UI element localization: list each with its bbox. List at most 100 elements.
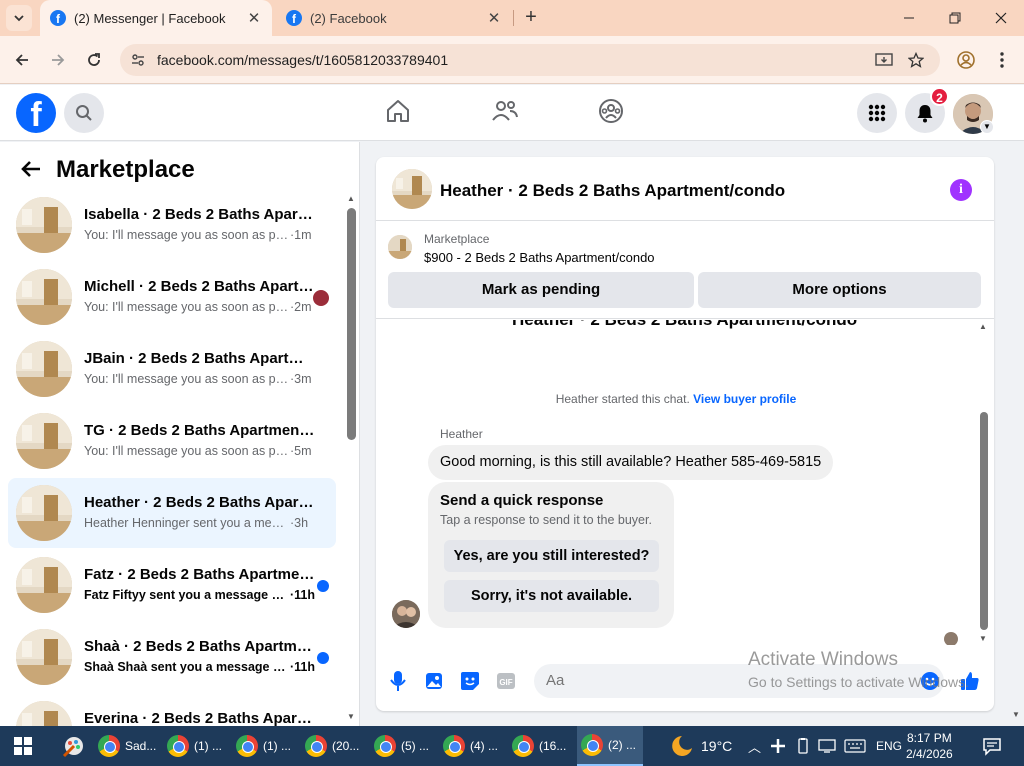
quick-response-card: Send a quick response Tap a response to … — [428, 482, 674, 628]
back-button[interactable] — [18, 156, 44, 182]
facebook-logo-icon[interactable]: f — [16, 93, 56, 133]
more-options-button[interactable]: More options — [698, 272, 981, 308]
plus-icon[interactable] — [770, 738, 786, 754]
conversation-item[interactable]: Isabella · 2 Beds 2 Baths Apartment/cond… — [8, 190, 336, 260]
weather-temperature[interactable]: 19°C — [701, 738, 732, 754]
scroll-up-arrow[interactable]: ▲ — [347, 194, 355, 203]
browser-menu-button[interactable] — [990, 48, 1014, 72]
search-button[interactable] — [64, 93, 104, 133]
friends-nav[interactable] — [491, 97, 519, 125]
conversation-item-selected[interactable]: Heather · 2 Beds 2 Baths Apartment/condo… — [8, 478, 336, 548]
reload-button[interactable] — [82, 48, 106, 72]
taskbar-chrome-window[interactable]: (20... — [301, 726, 363, 766]
windows-start-icon[interactable] — [14, 737, 32, 755]
groups-nav[interactable] — [597, 97, 625, 125]
window-close-button[interactable] — [978, 0, 1024, 36]
chat-title[interactable]: Heather · 2 Beds 2 Baths Apartment/condo — [440, 181, 785, 201]
sender-avatar[interactable] — [392, 600, 420, 628]
conversation-item[interactable]: Fatz · 2 Beds 2 Baths Apartment/condo Fa… — [8, 550, 336, 620]
tab-title: (2) Messenger | Facebook — [74, 10, 226, 26]
scroll-up-arrow[interactable]: ▲ — [979, 322, 987, 331]
paint-icon — [62, 737, 83, 758]
forward-button[interactable] — [46, 48, 70, 72]
conversation-name: Michell · 2 Beds 2 Baths Apartment/condo — [84, 278, 316, 295]
taskbar-chrome-window[interactable]: (1) ... — [232, 726, 294, 766]
weather-icon[interactable] — [668, 734, 694, 758]
scroll-down-arrow[interactable]: ▼ — [347, 712, 355, 721]
conversation-item[interactable]: TG · 2 Beds 2 Baths Apartment/condo You:… — [8, 406, 336, 476]
home-nav[interactable] — [384, 97, 412, 125]
taskbar-chrome-window[interactable]: (5) ... — [370, 726, 432, 766]
view-buyer-profile-link[interactable]: View buyer profile — [693, 392, 796, 406]
new-tab-button[interactable]: + — [520, 6, 542, 28]
listing-price-title[interactable]: $900 - 2 Beds 2 Baths Apartment/condo — [424, 250, 655, 265]
conversation-item[interactable]: Everina · 2 Beds 2 Baths Apartment/condo — [8, 694, 336, 726]
chat-panel: Heather · 2 Beds 2 Baths Apartment/condo… — [376, 157, 994, 711]
sidebar-scrollbar[interactable] — [347, 208, 356, 440]
quick-response-not-available[interactable]: Sorry, it's not available. — [444, 580, 659, 612]
clock-date: 2/4/2026 — [906, 747, 953, 761]
conversation-snippet: You: I'll message you as soon as possibl… — [84, 300, 289, 314]
notification-center-icon[interactable] — [982, 736, 1002, 756]
activate-windows-watermark: Activate Windows — [748, 649, 898, 670]
taskbar-chrome-window-active[interactable]: (2) ... — [577, 726, 643, 766]
back-button[interactable] — [10, 48, 34, 72]
page-scroll-down-arrow[interactable]: ▼ — [1012, 710, 1020, 719]
activate-windows-hint: Go to Settings to activate Windows. — [748, 674, 969, 690]
photo-icon[interactable] — [423, 670, 445, 692]
microphone-icon[interactable] — [387, 670, 409, 692]
quick-response-interested[interactable]: Yes, are you still interested? — [444, 540, 659, 572]
chevron-up-icon[interactable]: ︿ — [748, 737, 761, 756]
input-language[interactable]: ENG — [876, 739, 902, 753]
taskbar-label: (5) ... — [401, 739, 430, 753]
battery-icon[interactable] — [796, 738, 810, 754]
conversation-snippet: Shaà Shaà sent you a message about your … — [84, 660, 289, 674]
incoming-message[interactable]: Good morning, is this still available? H… — [428, 445, 834, 480]
chat-scrollbar[interactable] — [980, 412, 988, 630]
network-icon[interactable] — [818, 739, 836, 753]
svg-text:GIF: GIF — [499, 678, 512, 687]
menu-button[interactable] — [857, 93, 897, 133]
chevron-down-icon[interactable]: ▼ — [980, 120, 994, 134]
taskbar-chrome-window[interactable]: (4) ... — [439, 726, 501, 766]
bookmark-star-icon[interactable] — [906, 50, 926, 70]
minimize-button[interactable] — [886, 0, 932, 36]
taskbar-chrome-window[interactable]: (1) ... — [163, 726, 225, 766]
tab-search-button[interactable] — [6, 5, 32, 31]
bell-icon — [917, 105, 933, 123]
home-icon — [387, 100, 409, 122]
address-bar[interactable]: facebook.com/messages/t/1605812033789401 — [120, 44, 940, 76]
gif-icon[interactable]: GIF — [495, 670, 517, 692]
install-app-icon[interactable] — [874, 50, 894, 70]
info-icon[interactable]: i — [950, 179, 972, 201]
taskbar-chrome-window[interactable]: Sad... — [94, 726, 156, 766]
listing-thumbnail — [16, 629, 72, 685]
conversation-item[interactable]: Shaà · 2 Beds 2 Baths Apartment/condo Sh… — [8, 622, 336, 692]
conversation-time: ·2m — [290, 300, 312, 314]
facebook-favicon-icon: f — [50, 10, 66, 26]
browser-tab-facebook[interactable]: f (2) Facebook ✕ — [276, 0, 512, 36]
browser-toolbar: facebook.com/messages/t/1605812033789401 — [0, 36, 1024, 84]
taskbar-app-paint[interactable] — [56, 726, 88, 766]
keyboard-icon[interactable] — [844, 739, 866, 753]
chrome-icon — [98, 735, 120, 757]
taskbar-clock[interactable]: 8:17 PM 2/4/2026 — [906, 730, 953, 762]
conversation-time: ·11h — [290, 588, 316, 602]
scroll-down-arrow[interactable]: ▼ — [979, 634, 987, 643]
browser-tab-messenger[interactable]: f (2) Messenger | Facebook ✕ — [40, 0, 272, 36]
sticker-icon[interactable] — [459, 670, 481, 692]
conversation-item[interactable]: Michell · 2 Beds 2 Baths Apartment/condo… — [8, 262, 336, 332]
tab-divider — [513, 10, 514, 26]
chat-listing-image[interactable] — [392, 169, 432, 209]
close-icon[interactable]: ✕ — [246, 9, 262, 27]
unread-indicator — [317, 652, 329, 664]
profile-button[interactable] — [954, 48, 978, 72]
chrome-icon — [236, 735, 258, 757]
taskbar-chrome-window[interactable]: (16... — [508, 726, 570, 766]
site-settings-icon[interactable] — [128, 50, 148, 70]
mark-as-pending-button[interactable]: Mark as pending — [388, 272, 694, 308]
restore-button[interactable] — [932, 0, 978, 36]
close-icon[interactable]: ✕ — [486, 9, 502, 27]
conversation-snippet: Heather Henninger sent you a message — [84, 516, 289, 530]
conversation-item[interactable]: JBain · 2 Beds 2 Baths Apartment/condo Y… — [8, 334, 336, 404]
